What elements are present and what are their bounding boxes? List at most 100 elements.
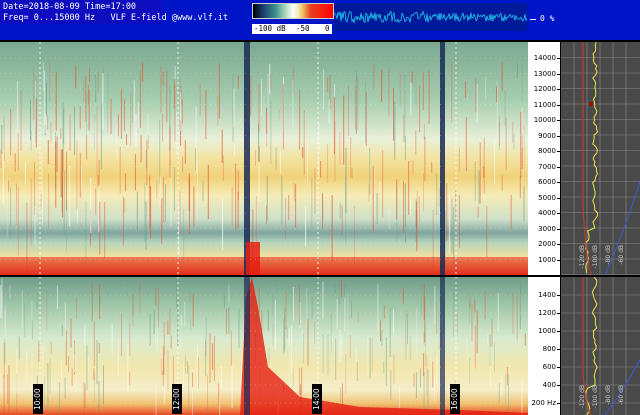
spectrogram-lower-streak xyxy=(218,383,220,406)
spectrogram-upper-streak xyxy=(258,161,260,202)
upper-axis-tick-label: 7000 xyxy=(538,162,556,171)
spectrum-profile-upper xyxy=(561,42,640,275)
lower-axis-tick-label: 600 xyxy=(542,363,556,371)
spectrogram-lower-streak xyxy=(466,339,468,362)
upper-axis-tick-mark xyxy=(557,73,560,75)
spectrogram-lower-streak xyxy=(497,293,499,331)
spectrogram-lower-streak xyxy=(73,342,75,357)
spectrogram-upper-streak xyxy=(339,202,341,219)
spectrogram-upper-streak xyxy=(197,161,198,219)
spectrogram-upper-streak xyxy=(282,84,284,150)
spectrogram-upper-streak xyxy=(98,160,100,185)
spectrogram-lower-streak xyxy=(413,373,415,388)
spectrogram-lower-streak xyxy=(498,383,500,404)
spectrogram-lower-streak xyxy=(167,350,169,391)
time-label-1200: 12:00 xyxy=(172,384,182,414)
spectrogram-upper-streak xyxy=(136,191,138,231)
spectrogram-lower-streak xyxy=(93,321,95,367)
spectrogram-upper-streak xyxy=(159,175,161,207)
upper-axis-tick-label: 8000 xyxy=(538,147,556,155)
spectrogram-upper-streak xyxy=(74,106,75,156)
spectrogram-lower-streak xyxy=(438,309,440,350)
spectrogram-upper-streak xyxy=(142,62,144,82)
spectrogram-upper-streak xyxy=(117,114,119,137)
upper-axis-tick-label: 3000 xyxy=(538,224,556,233)
spectrogram-upper-streak xyxy=(55,141,57,208)
spectrogram-lower-streak xyxy=(36,292,38,309)
spectrogram-upper-streak xyxy=(43,70,45,134)
spectrogram-upper-streak xyxy=(293,183,295,202)
spectrogram-lower-streak xyxy=(350,301,352,318)
spectrogram-upper-streak xyxy=(222,155,224,181)
spectrogram-upper-streak xyxy=(278,109,280,121)
spectrogram-lower-streak xyxy=(121,313,122,356)
spectrogram-upper-streak xyxy=(96,106,98,177)
spectrogram-lower-streak xyxy=(209,333,211,383)
spectrogram-lower-streak xyxy=(186,361,188,374)
spectrogram-lower-streak xyxy=(4,338,6,364)
profile-db-label-60: -60 dB xyxy=(618,245,625,265)
spectrogram-upper-streak xyxy=(16,81,18,135)
spectrogram-upper-streak xyxy=(323,69,325,110)
spectrogram-upper-streak xyxy=(47,139,49,165)
spectrogram-upper-streak xyxy=(126,134,127,145)
percent-readout: 0 % xyxy=(540,14,555,23)
header-frequency-info: Freq= 0...15000 Hz VLF E-field @www.vlf.… xyxy=(3,13,229,23)
spectrogram-upper-streak xyxy=(159,119,161,185)
spectrogram-lower-streak xyxy=(61,325,63,337)
lower-axis-tick-label: 1000 xyxy=(538,327,556,335)
spectrogram-upper-streak xyxy=(449,195,450,254)
spectrogram-lower-streak xyxy=(367,334,369,375)
spectrogram-lower-streak xyxy=(389,307,391,357)
spectrogram-lower-streak xyxy=(487,334,488,345)
spectrogram-lower-streak xyxy=(383,305,385,319)
spectrogram-lower-streak xyxy=(231,365,233,409)
spectrogram-upper xyxy=(0,42,528,275)
spectrogram-lower-streak xyxy=(399,386,400,410)
spectrogram-upper-streak xyxy=(521,64,523,102)
spectrogram-upper-streak xyxy=(46,83,47,116)
spectrogram-upper-streak xyxy=(281,175,283,225)
spectrogram-upper-streak xyxy=(379,181,381,192)
spectrogram-upper-streak xyxy=(355,71,357,134)
spectrogram-upper-streak xyxy=(351,167,353,179)
spectrogram-upper-streak xyxy=(354,85,356,130)
spectrogram-upper-streak xyxy=(135,113,137,148)
spectrogram-lower-streak xyxy=(75,356,77,389)
spectrogram-lower-streak xyxy=(129,371,131,386)
spectrogram-lower-streak xyxy=(419,368,421,388)
lower-axis-tick-mark xyxy=(557,295,560,296)
spectrogram-lower-streak xyxy=(26,351,28,383)
spectrogram-upper-streak xyxy=(90,177,92,233)
spectrogram-upper-streak xyxy=(458,147,460,172)
spectrogram-lower-streak xyxy=(176,282,178,308)
spectrogram-lower-streak xyxy=(18,336,20,360)
spectrogram-lower-streak xyxy=(157,288,159,328)
spectrogram-upper-streak xyxy=(140,135,142,163)
spectrogram-lower-streak xyxy=(307,319,309,366)
spectrogram-upper-streak xyxy=(234,144,235,156)
spectrogram-upper-streak xyxy=(50,122,52,143)
spectrogram-upper-streak xyxy=(1,124,3,154)
spectrogram-upper-streak xyxy=(322,200,324,222)
spectrum-profile-lower-graphic xyxy=(561,277,640,415)
spectrogram-upper-streak xyxy=(521,107,523,149)
percent-tick xyxy=(530,19,536,20)
spectrogram-upper-streak xyxy=(14,153,16,172)
spectrogram-upper-streak xyxy=(17,187,19,256)
spectrogram-upper-streak xyxy=(75,66,77,89)
spectrogram-upper-streak xyxy=(33,66,35,121)
spectrogram-upper-streak xyxy=(116,123,118,159)
spectrogram-upper-streak xyxy=(10,108,12,156)
spectrogram-upper-streak xyxy=(193,186,195,227)
spectrogram-upper-streak xyxy=(279,151,281,174)
spectrogram-upper-streak xyxy=(166,70,168,123)
spectrogram-lower-streak xyxy=(436,353,438,384)
spectrogram-lower xyxy=(0,277,528,415)
spectrogram-lower-streak xyxy=(139,281,141,314)
spectrogram-upper-streak xyxy=(422,72,424,111)
upper-axis-tick-label: 10000 xyxy=(533,116,556,124)
spectrogram-lower-streak xyxy=(16,347,18,393)
spectrogram-lower-streak xyxy=(149,313,151,346)
spectrogram-upper-streak xyxy=(174,66,176,80)
